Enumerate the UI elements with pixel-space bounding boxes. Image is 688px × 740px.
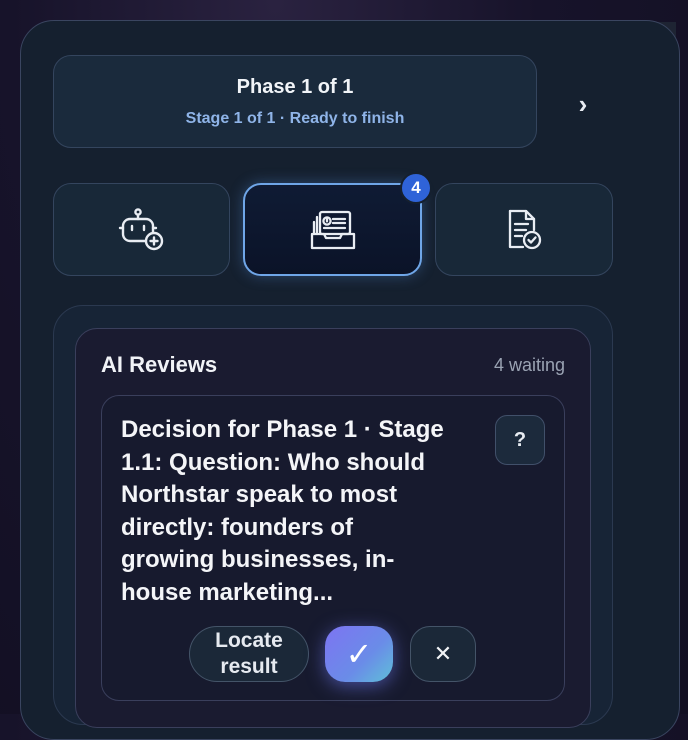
close-icon: ✕ [433,641,453,666]
ai-assistant-icon [118,207,163,250]
review-inbox-button[interactable] [243,183,422,276]
phase-title: Phase 1 of 1 [236,76,354,98]
reviews-waiting-count: 4 waiting [493,355,565,375]
check-icon: ✓ [345,636,373,672]
decision-text: Decision for Phase 1 · Stage 1.1: Questi… [121,416,444,606]
phase-subtitle: Stage 1 of 1 · Ready to finish [185,110,405,127]
reject-button[interactable]: ✕ [410,626,476,682]
approved-document-icon [508,209,542,249]
help-button[interactable]: ? [495,415,545,465]
approve-button[interactable]: ✓ [325,626,393,682]
review-inbox-icon [310,210,355,249]
approved-document-button[interactable] [435,183,613,276]
phase-progress-card[interactable]: Phase 1 of 1 Stage 1 of 1 · Ready to fin… [53,55,537,148]
locate-result-button[interactable]: Locate result [189,626,309,682]
pending-count-badge: 4 [400,172,432,204]
ai-assistant-button[interactable] [53,183,230,276]
reviews-title: AI Reviews [101,352,218,377]
chevron-right-icon[interactable]: › [568,88,598,120]
